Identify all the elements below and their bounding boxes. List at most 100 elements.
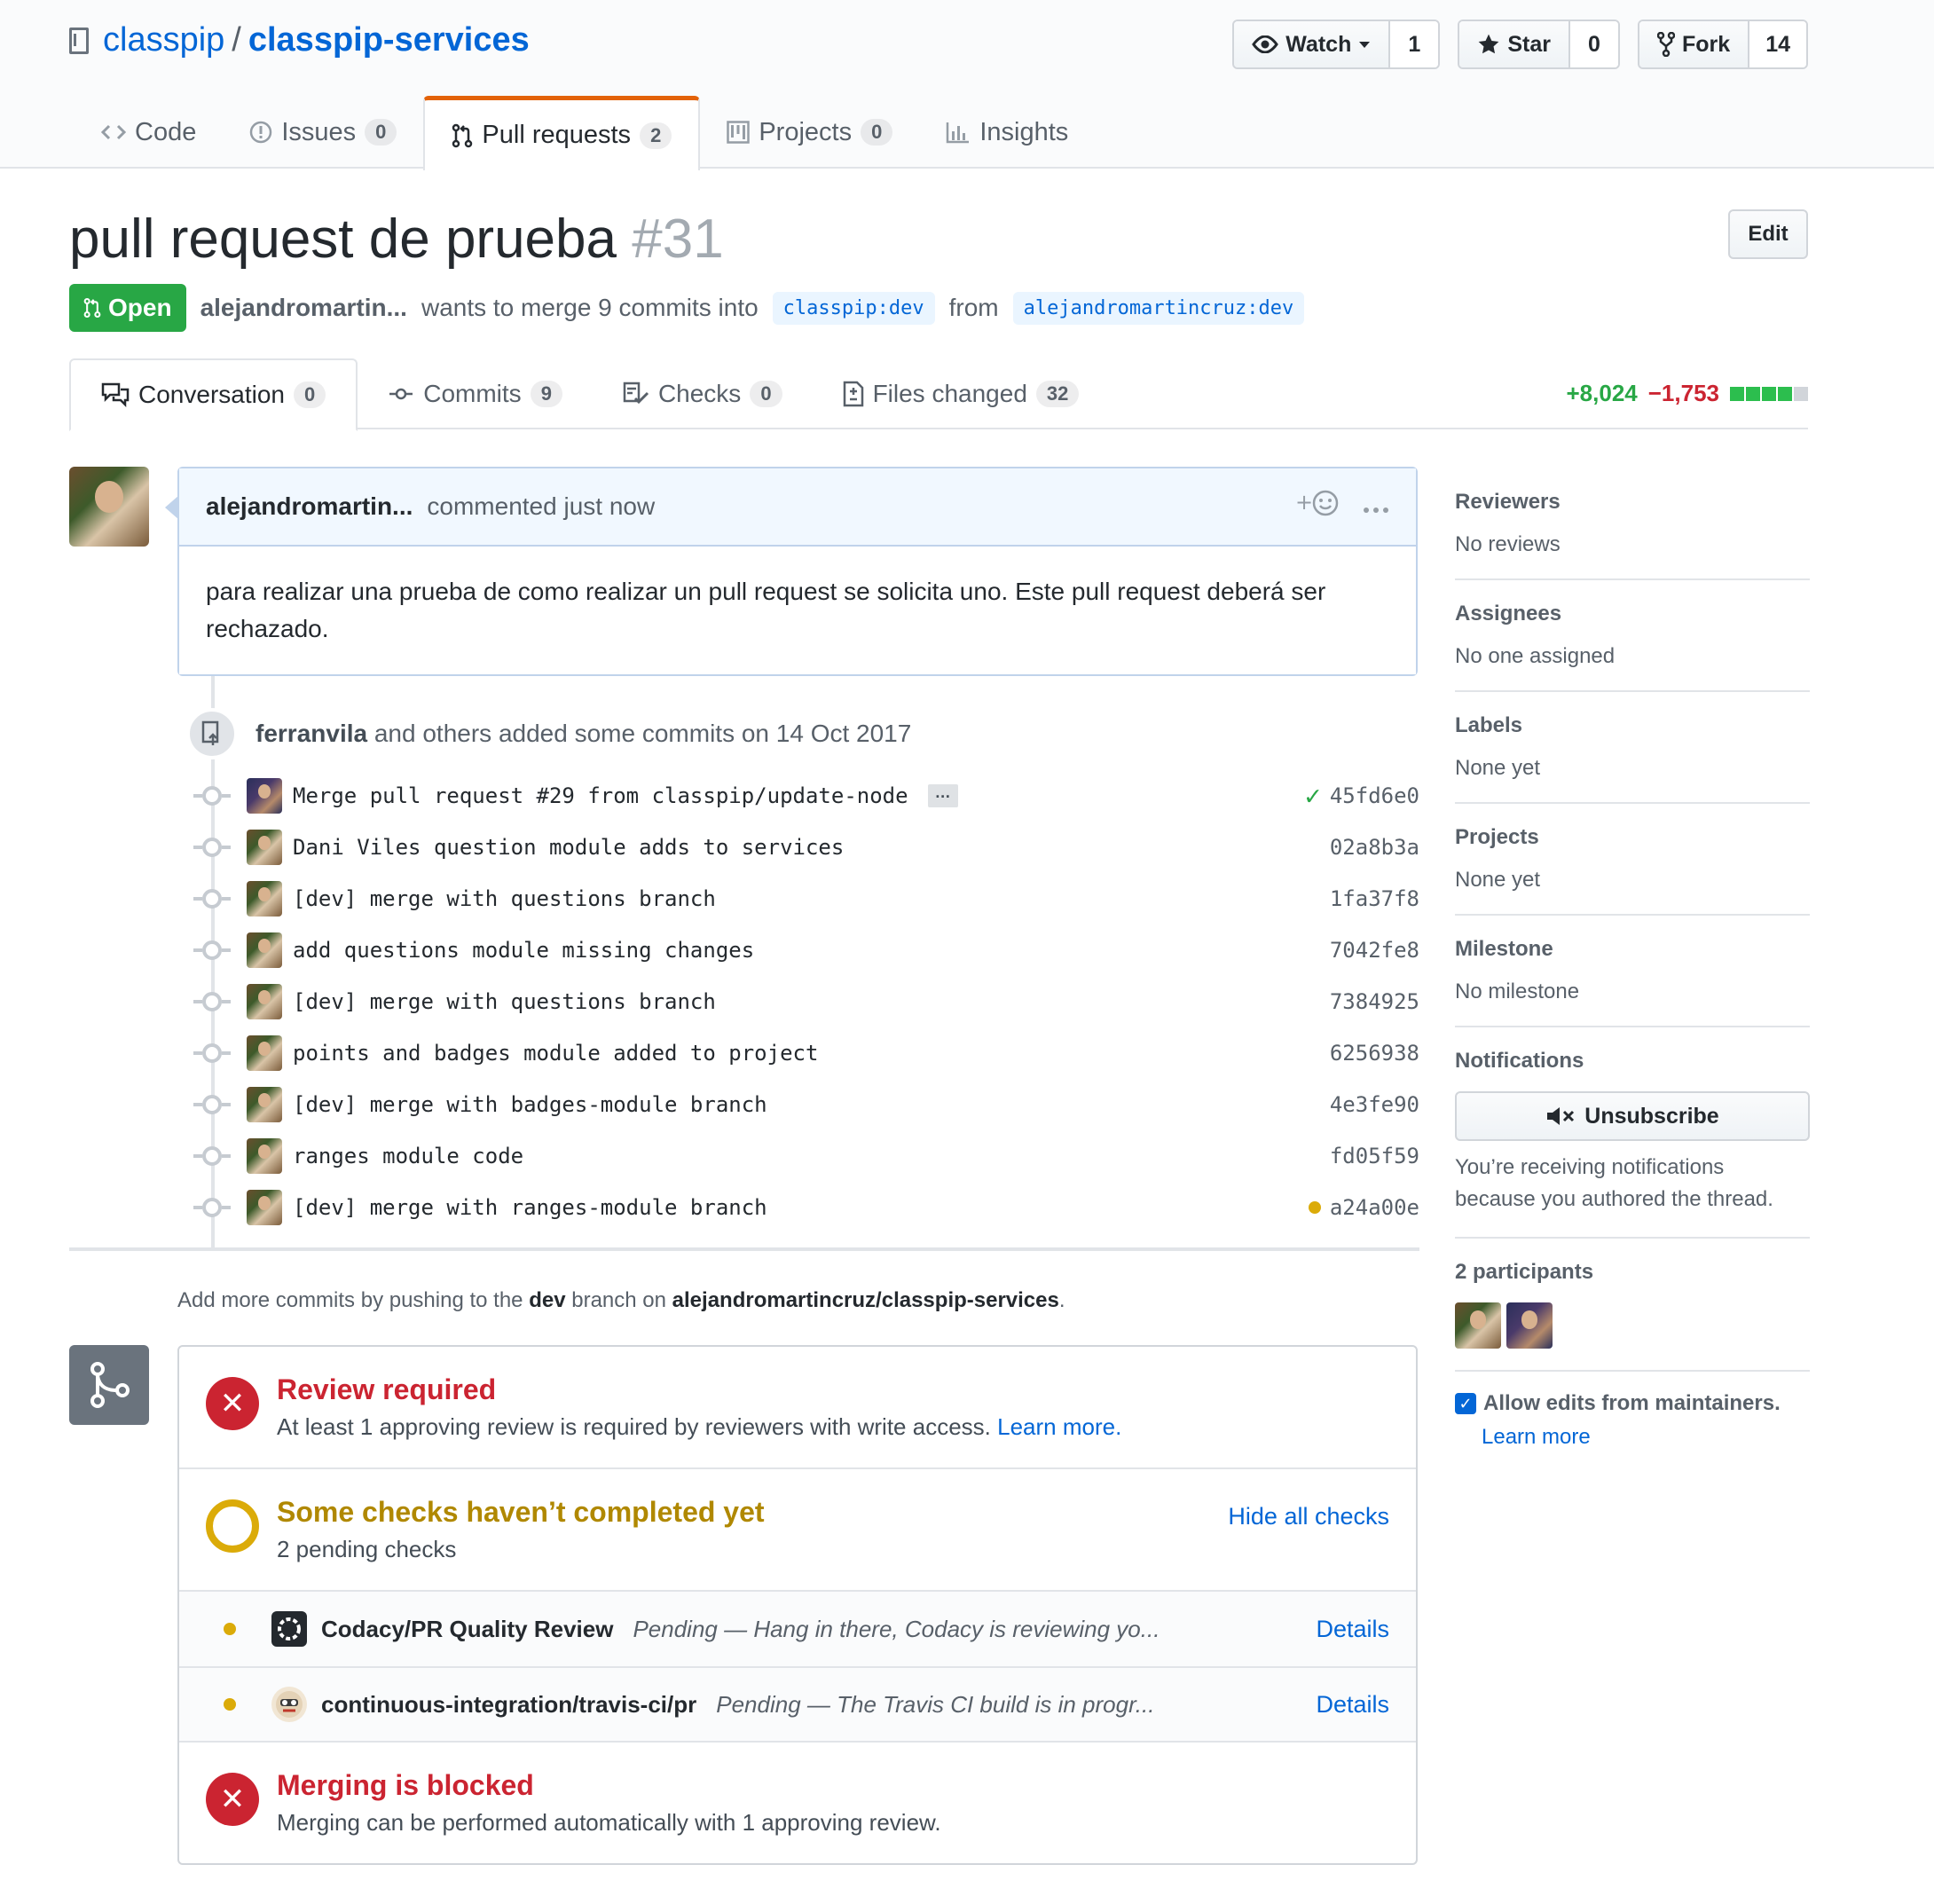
sidebar-projects-head[interactable]: Projects — [1455, 825, 1810, 850]
repo-owner-link[interactable]: classpip — [103, 21, 224, 59]
commit-author-avatar[interactable] — [247, 881, 282, 917]
base-branch[interactable]: classpip:dev — [772, 291, 935, 325]
notifications-note: You’re receiving notifications because y… — [1455, 1155, 1773, 1211]
commit-sha-link[interactable]: 7042fe8 — [1330, 938, 1419, 963]
commit-author-avatar[interactable] — [247, 932, 282, 968]
commit-sha: ✓ 45fd6e0 — [1305, 781, 1419, 812]
learn-more-link[interactable]: Learn more. — [997, 1413, 1121, 1440]
comment-meta: commented just now — [427, 492, 656, 520]
tab-conversation[interactable]: Conversation 0 — [69, 358, 358, 431]
commit-sha-link[interactable]: a24a00e — [1330, 1195, 1419, 1220]
commit-message[interactable]: [dev] merge with badges-module branch — [293, 1092, 767, 1117]
push-hint-branch: dev — [529, 1288, 566, 1312]
sidebar-reviewers-head[interactable]: Reviewers — [1455, 490, 1810, 515]
commit-message[interactable]: points and badges module added to projec… — [293, 1041, 818, 1066]
watch-button[interactable]: Watch — [1234, 21, 1389, 67]
sidebar-milestone-head[interactable]: Milestone — [1455, 937, 1810, 962]
commit-icon — [389, 388, 413, 400]
commit-dot-icon — [193, 940, 231, 960]
add-reaction-icon[interactable]: + — [1295, 488, 1341, 524]
sidebar-labels-value: None yet — [1455, 756, 1541, 780]
reponav-projects[interactable]: Projects 0 — [700, 96, 919, 169]
diffstat[interactable]: +8,024 −1,753 — [1567, 380, 1808, 407]
sidebar-projects-value: None yet — [1455, 868, 1541, 892]
participant-avatar[interactable] — [1506, 1302, 1553, 1349]
check-details-link[interactable]: Details — [1316, 1616, 1389, 1643]
commit-sha-link[interactable]: 45fd6e0 — [1330, 783, 1419, 808]
commit-sha-link[interactable]: fd05f59 — [1330, 1144, 1419, 1168]
project-icon — [727, 121, 751, 144]
commit-message[interactable]: Dani Viles question module adds to servi… — [293, 835, 844, 860]
x-circle-icon: ✕ — [206, 1773, 259, 1826]
pull-request-icon — [83, 297, 101, 319]
review-required-title: Review required — [277, 1373, 497, 1405]
graph-icon — [947, 122, 970, 144]
commit-author-avatar[interactable] — [247, 1087, 282, 1122]
sidebar-reviewers-value: No reviews — [1455, 532, 1561, 556]
fork-count[interactable]: 14 — [1748, 21, 1806, 67]
participant-avatar[interactable] — [1455, 1302, 1501, 1349]
commit-sha-link[interactable]: 7384925 — [1330, 989, 1419, 1014]
tab-files-changed-counter: 32 — [1035, 381, 1080, 407]
commit-message[interactable]: [dev] merge with questions branch — [293, 989, 716, 1014]
tab-files-changed[interactable]: Files changed 32 — [813, 358, 1110, 429]
allow-edits-learn-more[interactable]: Learn more — [1482, 1425, 1810, 1450]
star-button[interactable]: Star — [1459, 21, 1568, 67]
pending-dot-icon[interactable] — [1308, 1201, 1321, 1214]
hide-all-checks-link[interactable]: Hide all checks — [1228, 1503, 1389, 1530]
tab-checks[interactable]: Checks 0 — [593, 358, 813, 429]
star-count[interactable]: 0 — [1568, 21, 1618, 67]
commit-group-author[interactable]: ferranvila — [256, 720, 367, 747]
check-icon[interactable]: ✓ — [1305, 781, 1321, 812]
edit-title-button[interactable]: Edit — [1728, 209, 1808, 259]
commit-author-avatar[interactable] — [247, 778, 282, 814]
reponav-code[interactable]: Code — [75, 96, 223, 169]
commit-row: add questions module missing changes 7042… — [193, 924, 1419, 976]
commit-sha: 1fa37f8 — [1330, 886, 1419, 911]
reponav-projects-counter: 0 — [861, 119, 893, 146]
reponav-issues[interactable]: Issues 0 — [223, 96, 423, 169]
sidebar-labels-head[interactable]: Labels — [1455, 713, 1810, 738]
fork-button[interactable]: Fork — [1639, 21, 1749, 67]
sidebar-assignees-head[interactable]: Assignees — [1455, 602, 1810, 626]
check-desc: Pending — The Travis CI build is in prog… — [716, 1690, 1155, 1718]
kebab-horizontal-icon[interactable] — [1363, 492, 1389, 521]
commit-author-avatar[interactable] — [247, 1035, 282, 1071]
commit-sha-link[interactable]: 4e3fe90 — [1330, 1092, 1419, 1117]
pr-author-link[interactable]: alejandromartin... — [200, 294, 407, 322]
tab-commits-label: Commits — [423, 380, 522, 407]
commit-message[interactable]: Merge pull request #29 from classpip/upd… — [293, 783, 908, 808]
check-item-codacy: Codacy/PR Quality Review Pending — Hang … — [179, 1592, 1416, 1668]
commit-message[interactable]: ranges module code — [293, 1144, 523, 1168]
commit-row: Dani Viles question module adds to servi… — [193, 822, 1419, 873]
unsubscribe-button[interactable]: Unsubscribe — [1455, 1091, 1810, 1141]
commit-message[interactable]: [dev] merge with ranges-module branch — [293, 1195, 767, 1220]
expand-commit-button[interactable]: … — [927, 784, 958, 807]
comment-author[interactable]: alejandromartin... — [206, 492, 413, 521]
reponav-pull-requests[interactable]: Pull requests 2 — [423, 96, 701, 170]
repo-name-link[interactable]: classpip-services — [248, 21, 530, 59]
commit-sha-link[interactable]: 6256938 — [1330, 1041, 1419, 1066]
check-name: continuous-integration/travis-ci/pr — [321, 1690, 697, 1718]
commit-message[interactable]: [dev] merge with questions branch — [293, 886, 716, 911]
commit-author-avatar[interactable] — [247, 830, 282, 865]
check-details-link[interactable]: Details — [1316, 1691, 1389, 1719]
commit-sha: 6256938 — [1330, 1041, 1419, 1066]
commit-row: [dev] merge with ranges-module branch a24… — [193, 1182, 1419, 1233]
commit-author-avatar[interactable] — [247, 1190, 282, 1225]
commit-sha-link[interactable]: 02a8b3a — [1330, 835, 1419, 860]
comment-author-avatar[interactable] — [69, 467, 149, 547]
commit-sha: a24a00e — [1308, 1195, 1419, 1220]
watch-count[interactable]: 1 — [1388, 21, 1439, 67]
allow-edits-checkbox[interactable]: ✓ — [1455, 1393, 1476, 1414]
commit-author-avatar[interactable] — [247, 984, 282, 1019]
tab-checks-counter: 0 — [750, 381, 782, 407]
commit-author-avatar[interactable] — [247, 1138, 282, 1174]
allow-edits-label: Allow edits from maintainers. — [1483, 1391, 1781, 1415]
reponav-insights[interactable]: Insights — [919, 96, 1095, 169]
commit-dot-icon — [193, 889, 231, 909]
commit-message[interactable]: add questions module missing changes — [293, 938, 754, 963]
head-branch[interactable]: alejandromartincruz:dev — [1012, 291, 1305, 325]
tab-commits[interactable]: Commits 9 — [358, 358, 593, 429]
commit-sha-link[interactable]: 1fa37f8 — [1330, 886, 1419, 911]
